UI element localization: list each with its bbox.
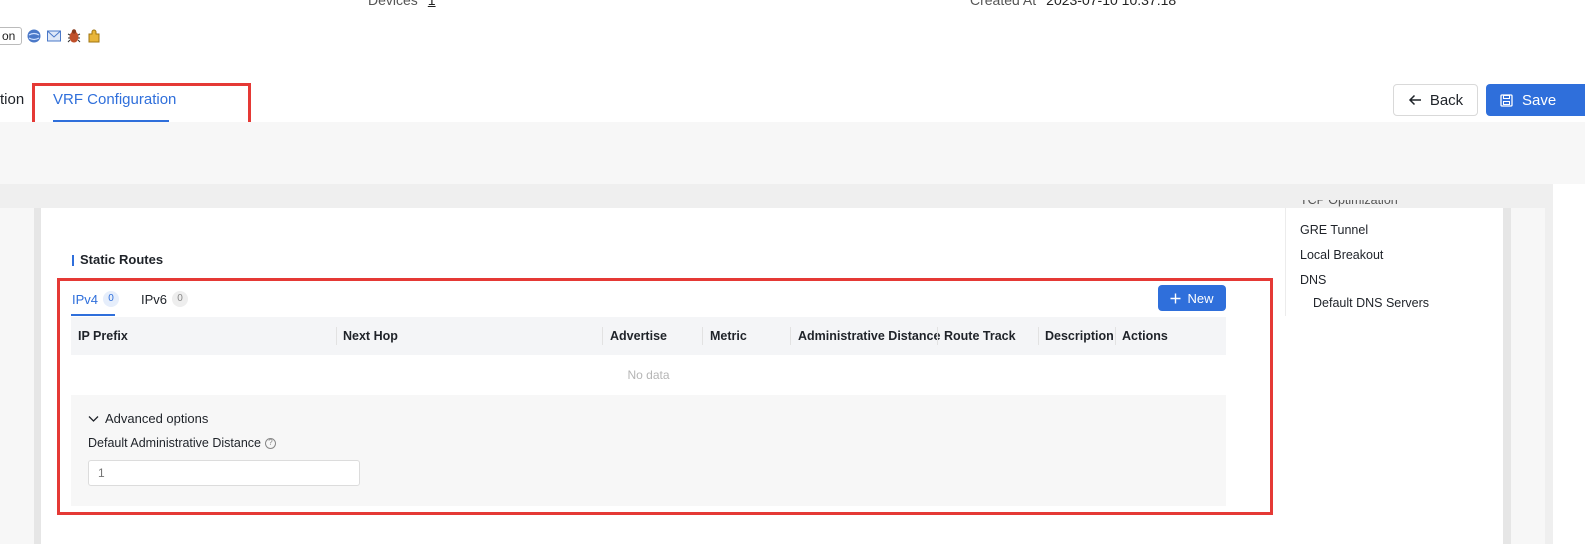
content-right-edge [1503, 208, 1511, 544]
routes-highlight-box [57, 278, 1273, 515]
bug-icon[interactable] [66, 28, 82, 44]
created-value: 2023-07-10 10:37:18 [1046, 0, 1177, 8]
mail-icon[interactable] [46, 28, 62, 44]
content-right-gutter [1511, 208, 1545, 544]
scroll-area-right-band [1545, 184, 1553, 544]
created-meta: Created At 2023-07-10 10:37:18 [970, 0, 1176, 8]
save-button[interactable]: Save [1486, 84, 1585, 116]
devices-value[interactable]: 1 [428, 0, 436, 8]
nav-item-tcp-optimization[interactable]: TCP Optimization [1300, 200, 1398, 209]
nav-item-gre-tunnel[interactable]: GRE Tunnel [1300, 223, 1368, 237]
toolbar-cut-button[interactable]: on [0, 27, 23, 45]
arrow-left-icon [1408, 94, 1421, 106]
back-button-label: Back [1429, 91, 1464, 109]
save-button-label: Save [1522, 91, 1557, 109]
content-left-edge [34, 208, 41, 544]
page-background [0, 122, 1585, 184]
section-title-marker [72, 255, 74, 266]
nav-item-local-breakout[interactable]: Local Breakout [1300, 248, 1383, 262]
section-title: Static Routes [80, 252, 164, 267]
created-label: Created At [970, 0, 1037, 8]
extension-toolbar: on [0, 26, 102, 46]
right-nav-divider [1285, 208, 1286, 316]
nav-item-default-dns-servers[interactable]: Default DNS Servers [1313, 296, 1429, 310]
puzzle-icon[interactable] [86, 28, 102, 44]
nav-item-dns[interactable]: DNS [1300, 273, 1326, 287]
content-left-gutter [0, 208, 34, 544]
devices-label: Devices [368, 0, 418, 8]
back-button[interactable]: Back [1393, 84, 1478, 116]
save-icon [1500, 93, 1513, 107]
globe-icon[interactable] [26, 28, 42, 44]
devices-meta: Devices 1 [368, 0, 436, 8]
tab-previous[interactable]: tion [0, 91, 24, 108]
